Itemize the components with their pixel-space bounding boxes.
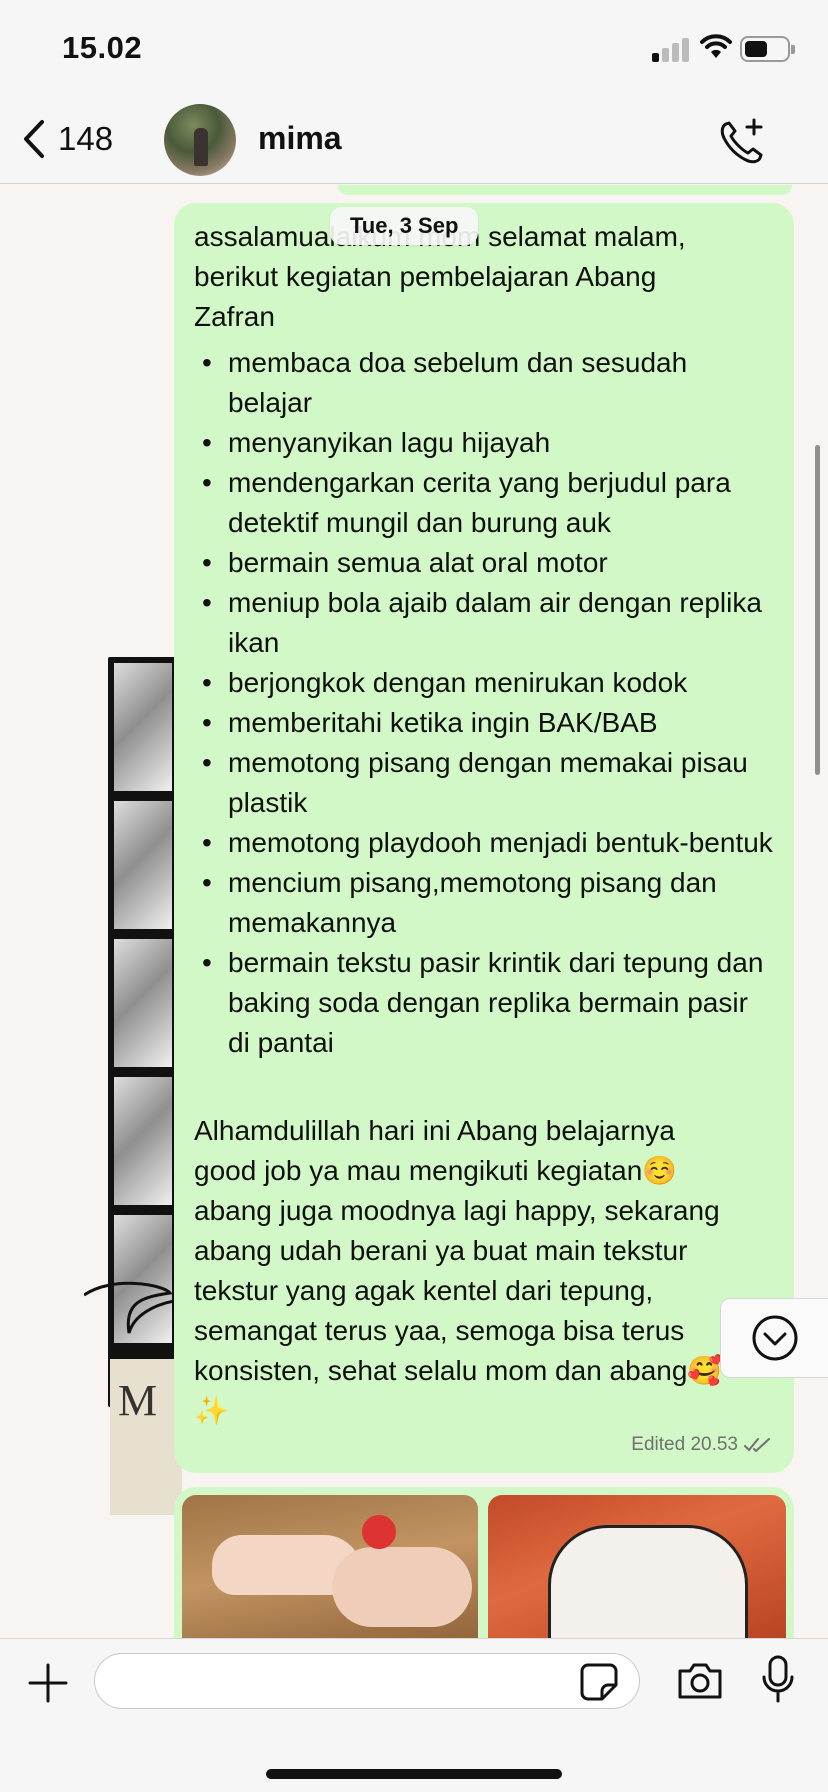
photo-thumbnail[interactable] (182, 1495, 478, 1638)
message-closing: Alhamdulillah hari ini Abang belajarnya … (194, 1115, 723, 1386)
message-bubble[interactable]: assalamualaikum mom selamat malam, berik… (174, 203, 794, 1473)
plus-icon[interactable] (28, 1663, 68, 1703)
battery-icon (740, 36, 795, 62)
message-intro: assalamualaikum mom selamat malam, berik… (194, 221, 686, 332)
composer-bar (0, 1638, 828, 1792)
chevron-left-icon (24, 120, 44, 158)
home-indicator (266, 1769, 562, 1779)
media-message-bubble[interactable] (174, 1487, 794, 1638)
activity-list: membaca doa sebelum dan sesudah belajar … (194, 343, 774, 1063)
previous-message-bubble (338, 185, 792, 195)
list-item: membaca doa sebelum dan sesudah belajar (194, 343, 774, 423)
list-item: memotong playdooh menjadi bentuk-bentuk (194, 823, 774, 863)
date-chip: Tue, 3 Sep (330, 207, 479, 245)
list-item: meniup bola ajaib dalam air dengan repli… (194, 583, 774, 663)
list-item: bermain tekstu pasir krintik dari tepung… (194, 943, 774, 1063)
list-item: memotong pisang dengan memakai pisau pla… (194, 743, 774, 823)
microphone-icon[interactable] (760, 1655, 796, 1703)
camera-icon[interactable] (676, 1661, 724, 1701)
cellular-signal-icon (652, 38, 692, 62)
message-input[interactable] (94, 1653, 640, 1709)
list-item: mencium pisang,memotong pisang dan memak… (194, 863, 774, 943)
contact-name[interactable]: mima (258, 120, 342, 157)
wallpaper-newspaper: M (110, 1359, 182, 1515)
wallpaper-squiggle (84, 1281, 174, 1334)
scroll-to-bottom-button[interactable] (720, 1298, 828, 1378)
list-item: berjongkok dengan menirukan kodok (194, 663, 774, 703)
edited-timestamp: Edited 20.53 (631, 1434, 738, 1455)
message-meta: Edited 20.53 (631, 1425, 772, 1465)
back-button[interactable]: 148 (20, 118, 113, 160)
list-item: menyanyikan lagu hijayah (194, 423, 774, 463)
list-item: memberitahi ketika ingin BAK/BAB (194, 703, 774, 743)
status-bar: 15.02 (0, 0, 828, 100)
wifi-icon (700, 34, 732, 58)
add-call-icon[interactable] (716, 114, 768, 166)
scrollbar[interactable] (815, 445, 820, 775)
unread-count: 148 (58, 120, 114, 157)
read-receipt-icon (744, 1438, 770, 1453)
sticker-icon[interactable] (580, 1663, 618, 1701)
status-time: 15.02 (62, 30, 143, 65)
contact-avatar[interactable] (164, 104, 236, 176)
list-item: mendengarkan cerita yang berjudul para d… (194, 463, 774, 543)
list-item: bermain semua alat oral motor (194, 543, 774, 583)
chat-header: 148 mima (0, 100, 828, 184)
chat-area[interactable]: M assalamualaikum mom selamat malam, ber… (0, 185, 828, 1638)
chevron-down-circle-icon (752, 1315, 798, 1361)
photo-thumbnail[interactable] (488, 1495, 786, 1638)
